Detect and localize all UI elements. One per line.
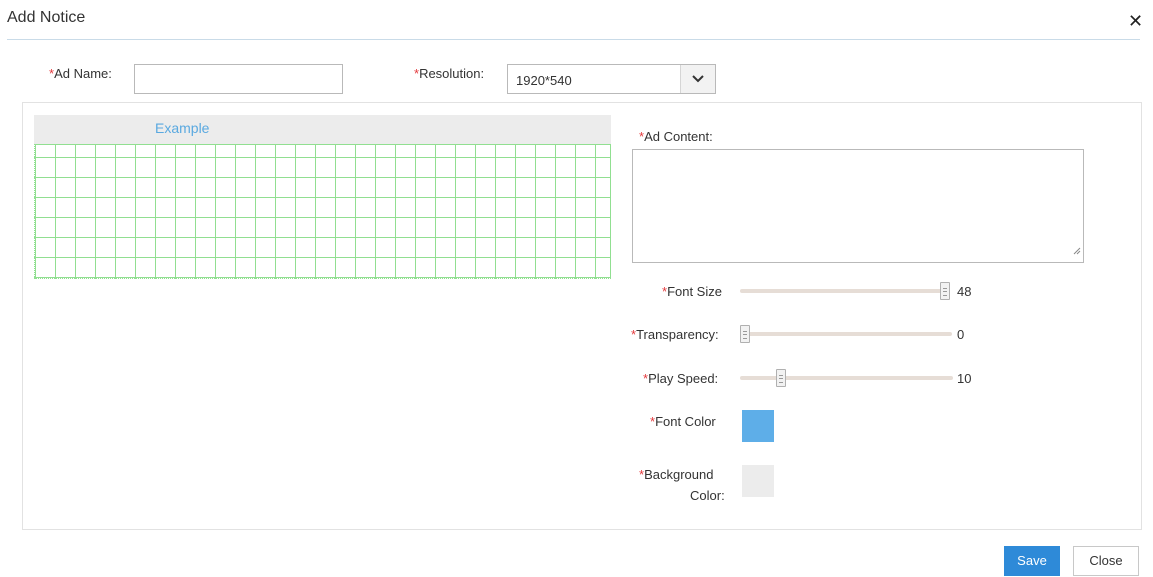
play-speed-label: *Play Speed: <box>643 371 719 386</box>
font-size-value: 48 <box>957 284 972 299</box>
chevron-down-icon[interactable] <box>680 65 715 93</box>
preview-header <box>34 115 611 144</box>
background-color-label-line2: Color: <box>690 488 725 503</box>
background-color-label-line1: *Background <box>639 467 714 482</box>
background-color-swatch[interactable] <box>742 465 774 497</box>
save-button[interactable]: Save <box>1004 546 1060 576</box>
play-speed-slider-track[interactable] <box>740 376 953 380</box>
dialog-title: Add Notice <box>7 9 86 26</box>
play-speed-slider-handle[interactable] <box>776 369 786 387</box>
transparency-value: 0 <box>957 327 965 342</box>
transparency-slider-track[interactable] <box>740 332 952 336</box>
resolution-label: *Resolution: <box>414 66 485 81</box>
resolution-selected-value: 1920*540 <box>516 73 572 88</box>
resize-handle-icon[interactable] <box>1073 242 1081 260</box>
preview-grid <box>34 144 611 279</box>
play-speed-value: 10 <box>957 371 972 386</box>
font-color-label: *Font Color <box>650 414 716 429</box>
ad-content-label: *Ad Content: <box>639 129 713 144</box>
example-label: Example <box>155 120 210 136</box>
ad-content-textarea[interactable] <box>632 149 1084 263</box>
close-icon[interactable]: ✕ <box>1128 12 1143 30</box>
font-size-label: *Font Size <box>662 284 722 299</box>
transparency-label: *Transparency: <box>631 327 719 342</box>
ad-name-label: *Ad Name: <box>49 66 112 81</box>
font-size-slider-handle[interactable] <box>940 282 950 300</box>
transparency-slider-handle[interactable] <box>740 325 750 343</box>
ad-name-input[interactable] <box>134 64 343 94</box>
resolution-select[interactable]: 1920*540 <box>507 64 716 94</box>
dialog-header: Add Notice ✕ <box>0 0 1153 40</box>
close-button[interactable]: Close <box>1073 546 1139 576</box>
font-size-slider-track[interactable] <box>740 289 950 293</box>
font-color-swatch[interactable] <box>742 410 774 442</box>
header-divider <box>7 39 1140 40</box>
